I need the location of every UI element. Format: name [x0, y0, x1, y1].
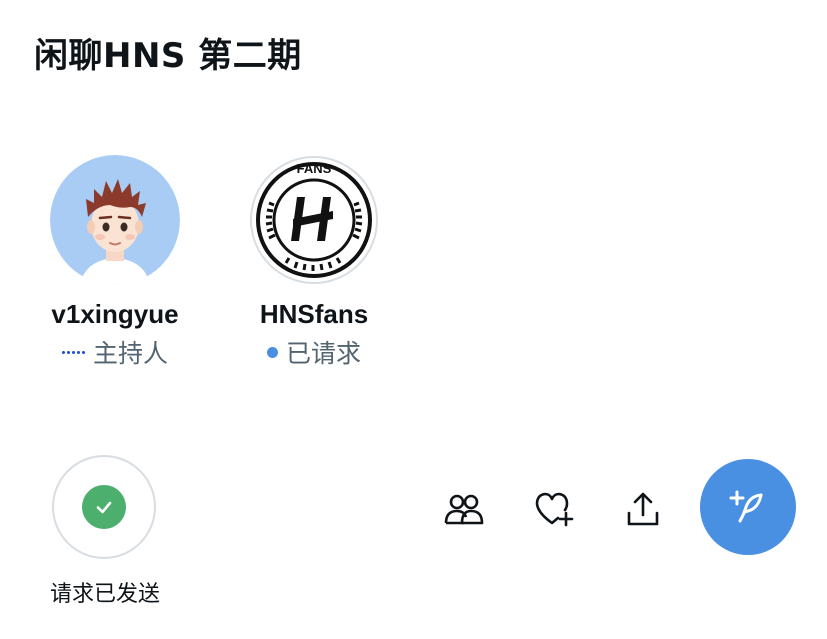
- speaker-requested[interactable]: FANS HNSfans 已请求: [224, 155, 404, 370]
- share-icon[interactable]: [619, 485, 667, 533]
- avatar[interactable]: [50, 155, 180, 285]
- avatar[interactable]: FANS: [249, 155, 379, 285]
- host-indicator-icon: [61, 350, 85, 354]
- speaker-host[interactable]: v1xingyue 主持人: [25, 155, 205, 370]
- requested-indicator-icon: [266, 346, 278, 358]
- people-icon[interactable]: [440, 485, 488, 533]
- heart-plus-icon[interactable]: [530, 485, 578, 533]
- request-status-label: 请求已发送: [49, 582, 160, 607]
- space-title: 闲聊HNS 第二期: [34, 36, 302, 76]
- speaker-name: HNSfans: [259, 299, 369, 329]
- speaker-role: 主持人: [25, 334, 205, 370]
- compose-tweet-button[interactable]: [700, 459, 796, 555]
- logo-text: FANS: [297, 161, 332, 176]
- check-icon: [82, 485, 126, 529]
- compose-tweet-icon: [729, 490, 763, 523]
- role-label: 主持人: [92, 339, 168, 368]
- role-label: 已请求: [285, 339, 361, 368]
- speaker-name: v1xingyue: [51, 299, 179, 329]
- request-sent-button[interactable]: [52, 455, 156, 559]
- speaker-role: 已请求: [224, 334, 404, 370]
